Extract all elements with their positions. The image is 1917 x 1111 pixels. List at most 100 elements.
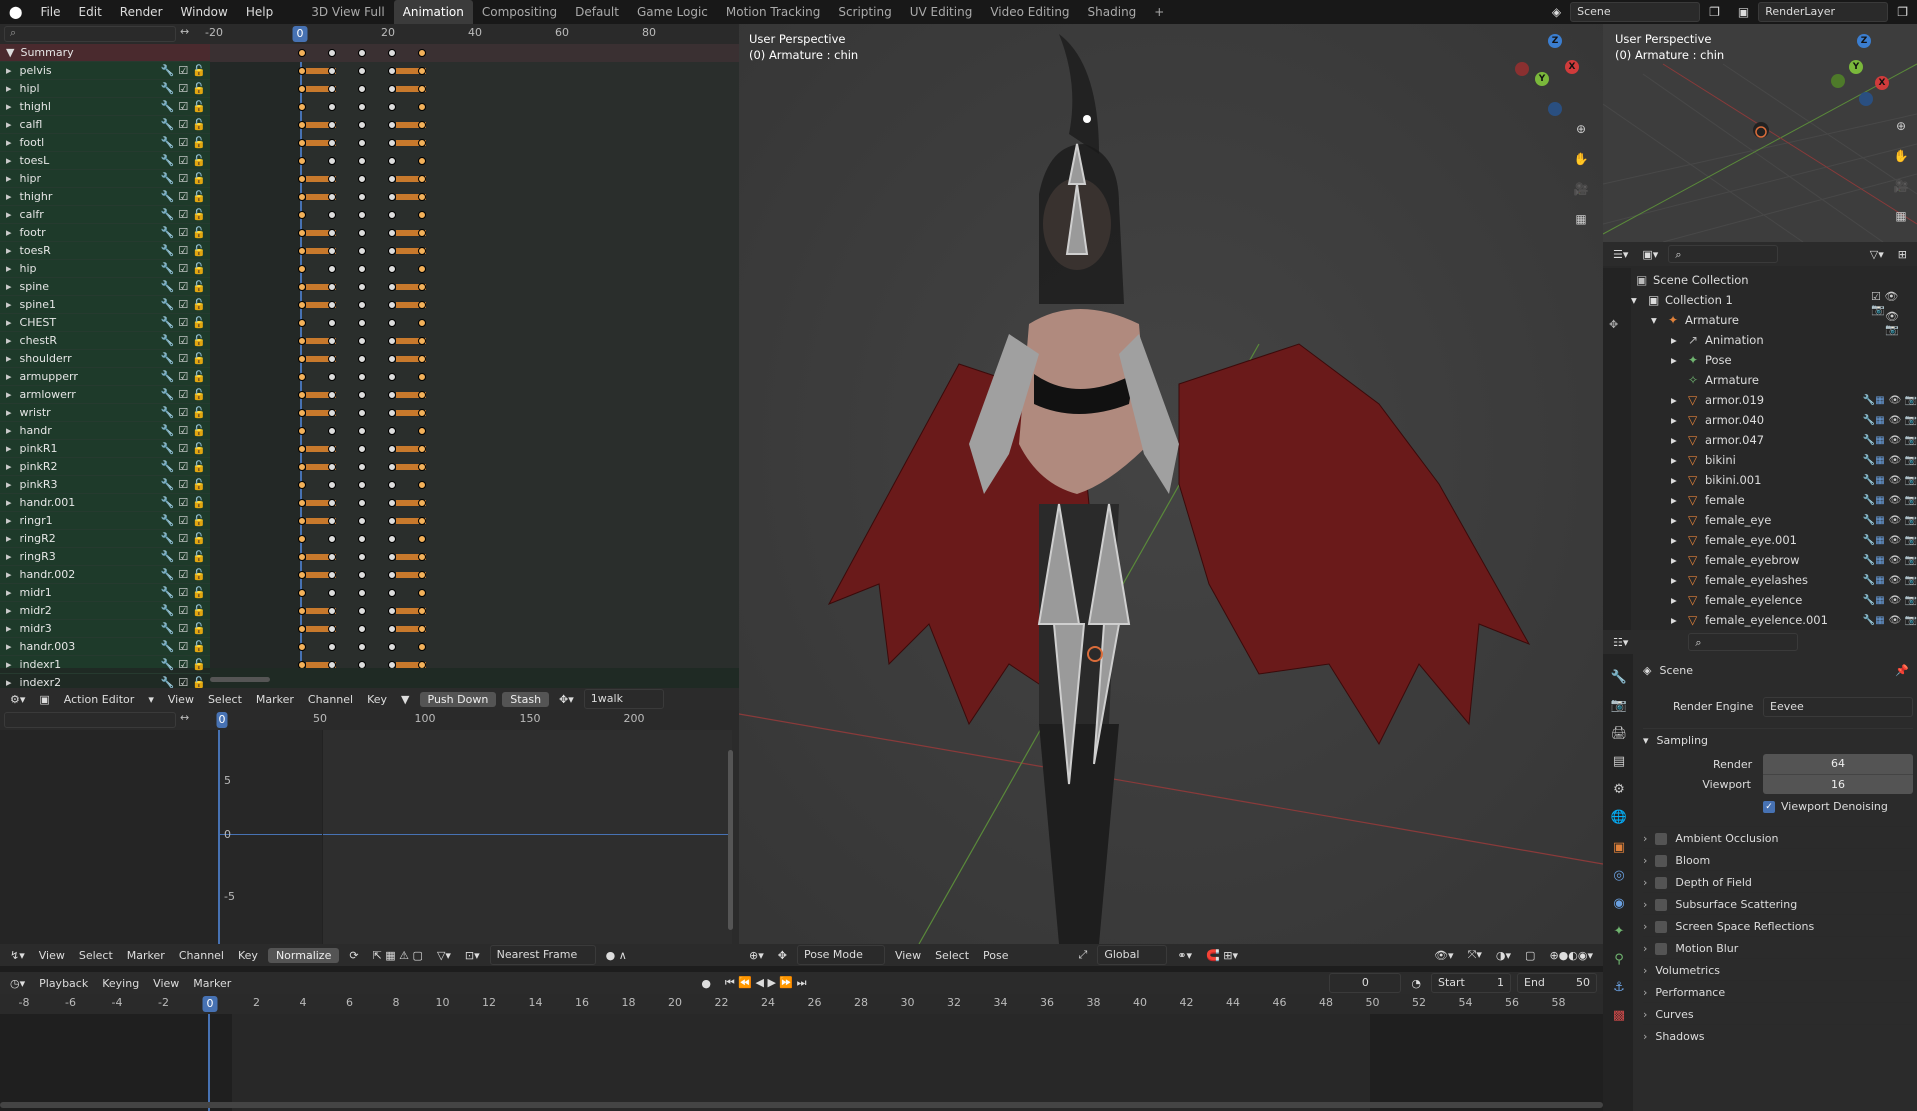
menu-render[interactable]: Render (111, 0, 172, 24)
checkbox-icon[interactable]: ☑ (178, 298, 188, 311)
wrench-icon[interactable]: 🔧 (161, 244, 175, 257)
lock-icon[interactable]: 🔓 (192, 496, 206, 509)
channel-row[interactable]: ▸ chestR 🔧 ☑ 🔓 (0, 332, 210, 350)
keyframe[interactable] (328, 103, 336, 111)
expand-icon[interactable]: ▸ (6, 316, 12, 329)
outliner-object[interactable]: ▸ ▽ female_eye 🔧▦ 👁 📷 (1671, 510, 1917, 530)
keyframe[interactable] (418, 499, 426, 507)
keyframe[interactable] (358, 409, 366, 417)
menu-view[interactable]: View (891, 949, 925, 962)
lock-icon[interactable]: 🔓 (192, 406, 206, 419)
keyframe[interactable] (358, 139, 366, 147)
keyframe[interactable] (418, 247, 426, 255)
mini-navigation-gizmo[interactable]: Z Y X (1829, 34, 1899, 106)
keyframe[interactable] (328, 409, 336, 417)
render-layer-icon[interactable]: ▣ (1729, 0, 1758, 24)
expand-icon[interactable]: ▸ (6, 244, 12, 257)
expand-icon[interactable]: ▸ (6, 550, 12, 563)
checkbox-icon[interactable]: ☑ (178, 622, 188, 635)
channel-row[interactable]: ▸ pinkR2 🔧 ☑ 🔓 (0, 458, 210, 476)
checkbox-icon[interactable]: ☑ (178, 388, 188, 401)
outliner-object[interactable]: ▸ ▽ female_eyebrow 🔧▦ 👁 📷 (1671, 550, 1917, 570)
wrench-icon[interactable]: 🔧 (161, 64, 175, 77)
keyframe[interactable] (358, 283, 366, 291)
lock-icon[interactable]: 🔓 (192, 316, 206, 329)
keyframe[interactable] (418, 229, 426, 237)
panel-checkbox[interactable] (1655, 876, 1668, 889)
keyframe[interactable] (328, 661, 336, 668)
expand-icon[interactable]: ▸ (6, 352, 12, 365)
channel-row[interactable]: ▸ toesR 🔧 ☑ 🔓 (0, 242, 210, 260)
channel-row[interactable]: ▸ midr3 🔧 ☑ 🔓 (0, 620, 210, 638)
keyframe[interactable] (298, 337, 306, 345)
keyframe[interactable] (388, 121, 396, 129)
lock-icon[interactable]: 🔓 (192, 280, 206, 293)
keyframe[interactable] (298, 661, 306, 668)
channel-row[interactable]: ▸ spine1 🔧 ☑ 🔓 (0, 296, 210, 314)
hand-icon[interactable]: ✋ (1891, 146, 1911, 166)
checkbox-icon[interactable]: ☑ (178, 154, 188, 167)
outliner-object[interactable]: ▸ ▽ female 🔧▦ 👁 📷 (1671, 490, 1917, 510)
keyframe[interactable] (298, 643, 306, 651)
tab-uv-editing[interactable]: UV Editing (901, 0, 982, 24)
wrench-icon[interactable]: 🔧 (161, 190, 175, 203)
keyframe[interactable] (298, 283, 306, 291)
keyframe[interactable] (328, 121, 336, 129)
keyframe[interactable] (328, 211, 336, 219)
visibility-icon[interactable]: 👁 📷 (1889, 455, 1917, 466)
expand-icon[interactable]: ▸ (6, 586, 12, 599)
wrench-icon[interactable]: 🔧 (161, 352, 175, 365)
wrench-icon[interactable]: 🔧 (161, 442, 175, 455)
timeline-scrollbar[interactable] (0, 1102, 1603, 1108)
menu-select[interactable]: Select (931, 949, 973, 962)
visibility-icon[interactable]: 👁 📷 (1889, 435, 1917, 446)
visibility-icon[interactable]: 👁 📷 (1889, 575, 1917, 586)
render-tab-icon[interactable]: 📷 (1609, 696, 1629, 716)
keyframe[interactable] (328, 463, 336, 471)
expand-icon[interactable]: ▸ (1671, 613, 1683, 627)
checkbox-icon[interactable]: ☑ (178, 136, 188, 149)
mode-dropdown[interactable]: Pose Mode (796, 945, 885, 965)
scene-selector[interactable]: Scene (1570, 2, 1701, 22)
lock-icon[interactable]: 🔓 (192, 226, 206, 239)
tab-animation[interactable]: Animation (393, 0, 473, 24)
keyframe[interactable] (388, 373, 396, 381)
keyframe[interactable] (418, 463, 426, 471)
lock-icon[interactable]: 🔓 (192, 514, 206, 527)
checkbox-icon[interactable]: ☑ (178, 496, 188, 509)
keyframe[interactable] (358, 643, 366, 651)
keyframe[interactable] (388, 535, 396, 543)
keyframe[interactable] (298, 373, 306, 381)
keyframe[interactable] (328, 265, 336, 273)
keyframe[interactable] (298, 67, 306, 75)
keyframe[interactable] (328, 481, 336, 489)
outliner-search-input[interactable]: ⌕ (1668, 245, 1779, 263)
snap-icon[interactable]: 🧲 ⊞▾ (1202, 949, 1242, 962)
checkbox-icon[interactable]: ☑ (178, 352, 188, 365)
keyframe[interactable] (418, 103, 426, 111)
keyframe[interactable] (418, 193, 426, 201)
end-frame-field[interactable]: End 50 (1517, 973, 1597, 993)
channel-row[interactable]: ▸ CHEST 🔧 ☑ 🔓 (0, 314, 210, 332)
keyframe[interactable] (358, 571, 366, 579)
graph-area[interactable]: 5 0 -5 (218, 730, 732, 944)
keyframe[interactable] (328, 517, 336, 525)
sampling-panel-header[interactable]: ▾ Sampling (1643, 728, 1913, 752)
push-down-button[interactable]: Push Down (419, 691, 497, 707)
menu-key[interactable]: Key (234, 949, 262, 962)
keyframe[interactable] (418, 625, 426, 633)
keyframe[interactable] (358, 337, 366, 345)
lock-icon[interactable]: 🔓 (192, 622, 206, 635)
keyframe[interactable] (358, 193, 366, 201)
keyframe[interactable] (388, 445, 396, 453)
stash-button[interactable]: Stash (502, 691, 550, 707)
record-icon[interactable]: ● (697, 977, 715, 990)
properties-panel[interactable]: › Screen Space Reflections (1643, 914, 1913, 938)
expand-icon[interactable]: ▸ (6, 298, 12, 311)
keyframe[interactable] (328, 301, 336, 309)
menu-help[interactable]: Help (237, 0, 282, 24)
lock-icon[interactable]: 🔓 (192, 154, 206, 167)
summary-channel[interactable]: ▼ Summary (0, 44, 210, 62)
tab-game-logic[interactable]: Game Logic (628, 0, 717, 24)
zoom-icon[interactable]: ⊕ (1891, 116, 1911, 136)
